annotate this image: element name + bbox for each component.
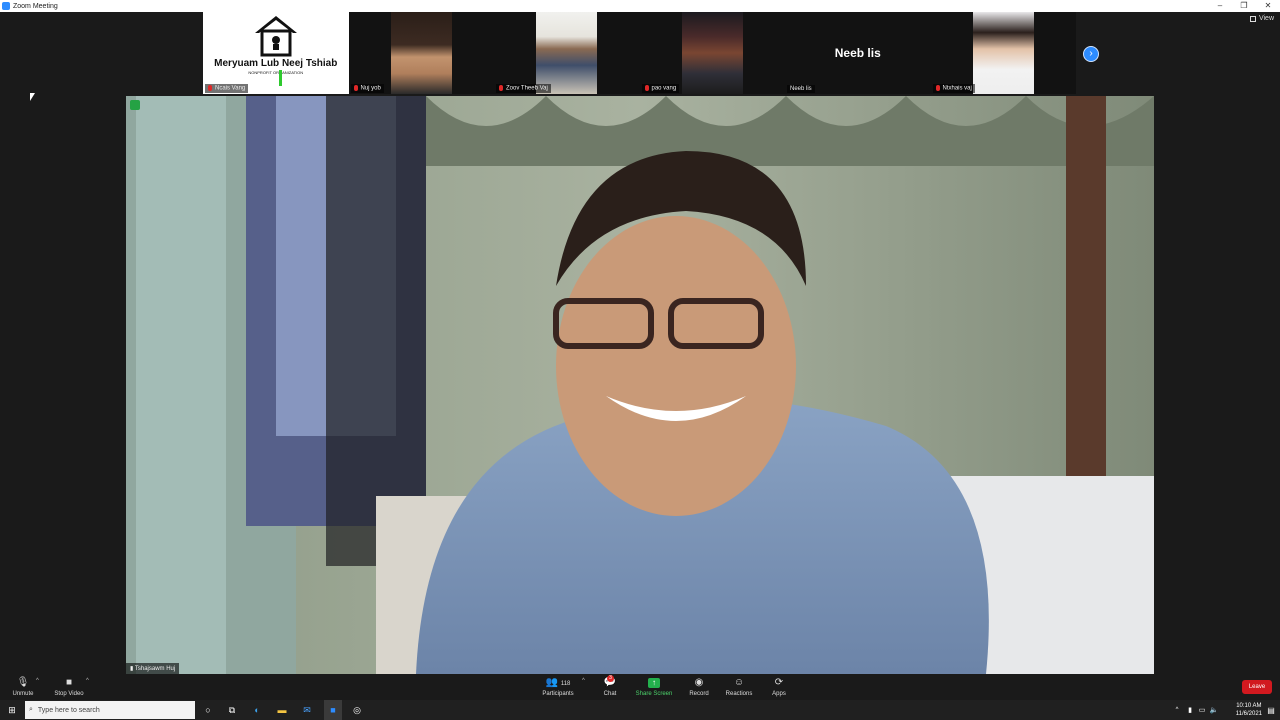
reactions-button[interactable]: ☺ Reactions [722,674,756,700]
participant-tile[interactable]: Ntxhais vaj [930,12,1076,94]
participant-tile[interactable]: Zoov Theeb Vaj [494,12,640,94]
meeting-controls-bar: 🎙 Unmute ^ ■ Stop Video ^ 👥 118 Particip… [0,674,1280,700]
participant-name: Nuj yob [350,84,384,93]
grid-icon [1249,15,1256,22]
muted-mic-icon [208,85,212,92]
zoom-taskbar-icon[interactable]: ■ [324,700,342,720]
audio-options-caret-icon[interactable]: ^ [36,678,39,684]
chrome-icon[interactable]: ◎ [349,700,365,720]
smiley-plus-icon: ☺ [733,677,745,688]
participant-name: Ntxhais vaj [932,84,975,93]
restore-icon[interactable]: ❐ [1232,0,1256,12]
next-page-button[interactable]: › [1083,46,1099,62]
window-titlebar: Zoom Meeting – ❐ ✕ [0,0,1280,12]
participant-name: pao vang [641,84,680,93]
muted-mic-icon [644,85,649,92]
volume-icon[interactable]: 🔈 [1208,700,1220,720]
leave-button[interactable]: Leave [1242,680,1272,694]
chat-button[interactable]: 💬 3 Chat [598,674,622,700]
apps-button[interactable]: ⟳ Apps [768,674,790,700]
participant-video [390,12,452,94]
participant-tile[interactable]: Meryuam Lub Neej Tshiab NONPROFIT ORGANI… [203,12,349,94]
view-label: View [1258,15,1274,22]
gallery-strip: Meryuam Lub Neej Tshiab NONPROFIT ORGANI… [203,12,1076,94]
participant-video [681,12,743,94]
apps-icon: ⟳ [774,677,784,688]
muted-mic-icon [499,85,503,92]
minimize-icon[interactable]: – [1208,0,1232,12]
close-icon[interactable]: ✕ [1256,0,1280,12]
participant-display-name: Neeb lis [834,46,881,60]
notification-icon[interactable]: ▤ [1264,700,1278,720]
participant-tile[interactable]: pao vang [639,12,785,94]
network-icon[interactable]: ▭ [1196,700,1208,720]
speaker-video-frame [126,96,1154,674]
muted-mic-icon [353,85,358,92]
chat-unread-badge: 3 [607,675,614,682]
chevron-right-icon: › [1089,48,1093,59]
encryption-shield-icon[interactable] [130,100,140,110]
participant-tile[interactable]: Nuj yob [348,12,494,94]
windows-start-icon[interactable]: ⊞ [4,700,20,720]
participant-name: Zoov Theeb Vaj [496,84,551,93]
window-title: Zoom Meeting [13,2,58,10]
mail-icon[interactable]: ✉ [299,700,315,720]
participants-caret-icon[interactable]: ^ [582,678,585,684]
active-speaker-name: ▮ Tshajsawm Huj [126,663,180,674]
participant-video [536,12,597,94]
cortana-icon[interactable]: ○ [200,700,216,720]
participant-video [972,12,1034,94]
record-button[interactable]: ◉ Record [686,674,712,700]
muted-microphone-icon: 🎙 [16,677,30,688]
logo-text: Meryuam Lub Neej Tshiab [214,58,338,69]
zoom-app-icon [2,2,10,10]
search-icon: ⌕ [29,706,33,713]
active-speaker-video: ▮ Tshajsawm Huj [126,96,1154,674]
view-button[interactable]: View [1249,15,1274,22]
taskbar-search-input[interactable]: ⌕ Type here to search [25,701,195,719]
muted-mic-icon [935,85,940,92]
share-screen-icon: ↑ [648,678,660,688]
edge-browser-icon[interactable]: ◐ [249,700,265,720]
mouse-cursor [30,93,35,101]
unmute-button[interactable]: 🎙 Unmute [6,674,40,700]
audio-level-indicator [279,70,282,86]
stop-video-button[interactable]: ■ Stop Video [52,674,86,700]
windows-taskbar: ⊞ ⌕ Type here to search ○ ⧉ ◐ ▬ ✉ ■ ◎ ^ … [0,700,1280,720]
video-camera-icon: ■ [65,677,73,688]
tray-chevron-icon[interactable]: ^ [1170,700,1184,720]
participant-tile[interactable]: Neeb lis Neeb lis [785,12,931,94]
record-icon: ◉ [694,677,704,688]
task-view-icon[interactable]: ⧉ [224,700,240,720]
participant-name: Ncais Vang [205,84,249,93]
video-options-caret-icon[interactable]: ^ [86,678,89,684]
participants-icon: 👥 118 [545,677,571,688]
taskbar-clock[interactable]: 10:10 AM 11/6/2021 [1236,702,1262,718]
participant-name: Neeb lis [787,85,815,93]
house-logo-icon [255,16,297,57]
participants-button[interactable]: 👥 118 Participants [540,674,576,700]
file-explorer-icon[interactable]: ▬ [274,700,290,720]
logo-subtext: NONPROFIT ORGANIZATION [248,70,304,75]
battery-icon[interactable]: ▮ [1184,700,1196,720]
share-screen-button[interactable]: ↑ Share Screen [634,674,674,700]
